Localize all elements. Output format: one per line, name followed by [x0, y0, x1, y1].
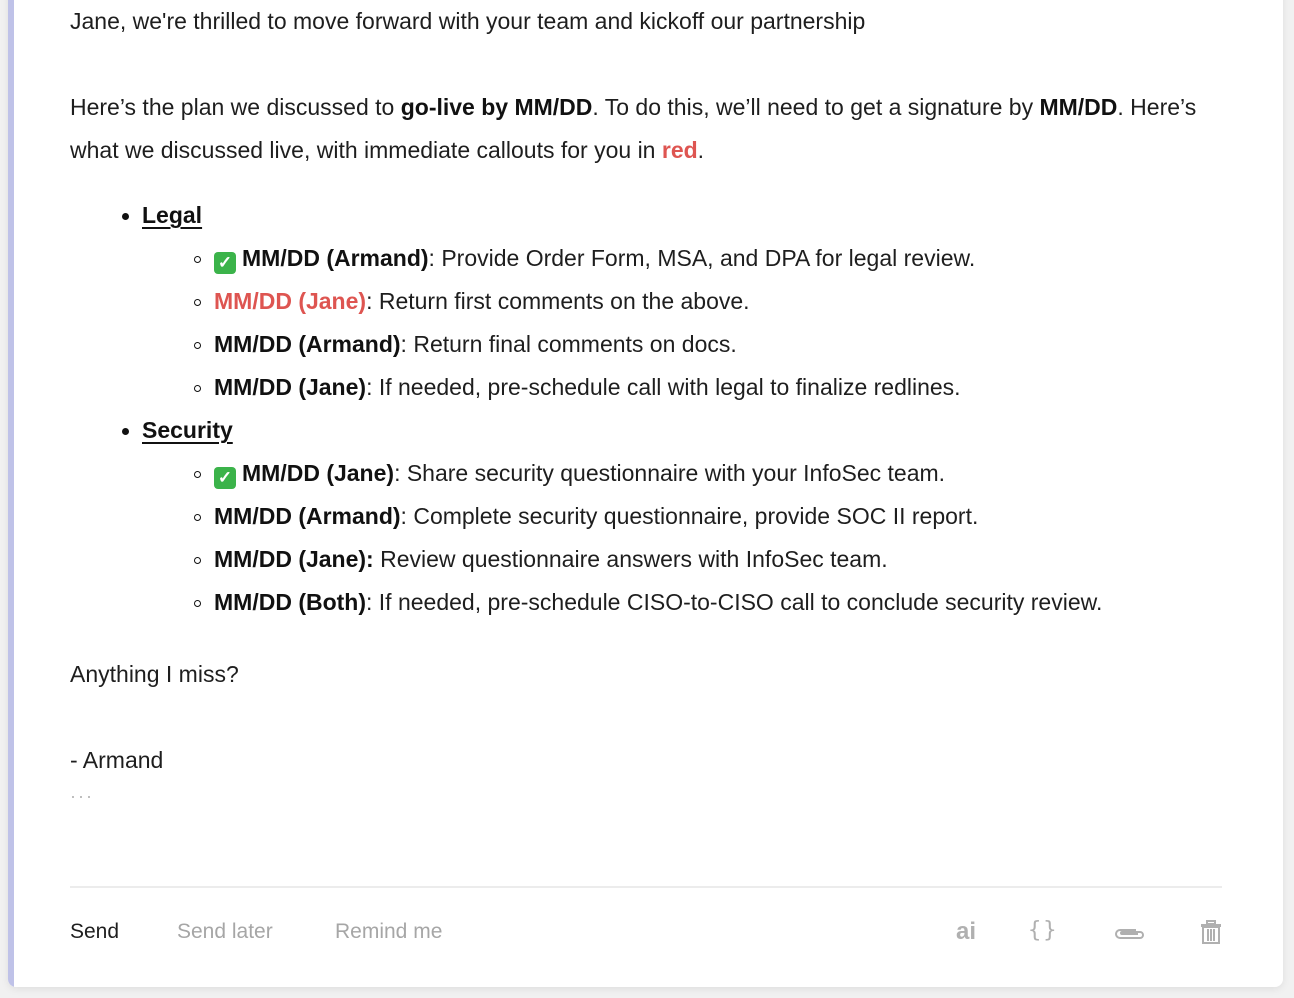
task-item: MM/DD (Both): If needed, pre-schedule CI… — [194, 581, 1230, 624]
section-title: Security — [142, 417, 233, 443]
task-owner-date: MM/DD (Jane) — [214, 374, 367, 400]
email-body-editor[interactable]: Jane, we're thrilled to move forward wit… — [70, 0, 1230, 806]
plan-signature-date: MM/DD — [1039, 94, 1118, 120]
plan-paragraph: Here’s the plan we discussed to go-live … — [70, 86, 1230, 172]
snippets-braces-icon[interactable]: {} — [1028, 918, 1059, 943]
checkmark-icon: ✓ — [214, 252, 236, 274]
task-owner-date: MM/DD (Jane): — [214, 546, 374, 572]
send-button[interactable]: Send — [70, 920, 119, 944]
plan-text: . To do this, we’ll need to get a signat… — [592, 94, 1040, 120]
plan-golive-date: go-live by MM/DD — [400, 94, 593, 120]
plan-sections: Legal ✓ MM/DD (Armand): Provide Order Form… — [70, 194, 1230, 624]
task-description: Provide Order Form, MSA, and DPA for leg… — [434, 245, 976, 271]
task-description: Return final comments on docs. — [406, 331, 737, 357]
remind-me-button[interactable]: Remind me — [335, 920, 442, 944]
ai-icon[interactable]: ai — [956, 918, 976, 946]
task-item: MM/DD (Armand): Complete security questi… — [194, 495, 1230, 538]
task-description: Share security questionnaire with your I… — [400, 460, 946, 486]
task-item: ✓ MM/DD (Armand): Provide Order Form, MSA… — [194, 237, 1230, 280]
task-item: MM/DD (Jane): If needed, pre-schedule ca… — [194, 366, 1230, 409]
compose-card: Jane, we're thrilled to move forward wit… — [8, 0, 1283, 987]
task-description: Return first comments on the above. — [372, 288, 750, 314]
compose-footer: Send Send later Remind me ai {} — [70, 918, 1230, 950]
task-description: If needed, pre-schedule call with legal … — [372, 374, 961, 400]
task-description: If needed, pre-schedule CISO-to-CISO cal… — [372, 589, 1103, 615]
task-item: MM/DD (Armand): Return final comments on… — [194, 323, 1230, 366]
section-title: Legal — [142, 202, 203, 228]
section-security: Security ✓ MM/DD (Jane): Share security qu… — [122, 409, 1230, 624]
show-trimmed-content-button[interactable]: ··· — [70, 786, 1230, 806]
task-owner-date: MM/DD (Armand) — [214, 503, 401, 529]
plan-text: Here’s the plan we discussed to — [70, 94, 401, 120]
footer-divider — [70, 886, 1222, 888]
plan-text: . — [697, 137, 705, 163]
task-list: ✓ MM/DD (Armand): Provide Order Form, MSA… — [142, 237, 1230, 409]
task-owner-date: MM/DD (Armand) — [214, 331, 401, 357]
task-description: Complete security questionnaire, provide… — [406, 503, 979, 529]
compose-accent-bar — [8, 0, 14, 987]
closing-question: Anything I miss? — [70, 661, 239, 687]
checkmark-icon: ✓ — [214, 467, 236, 489]
plan-red-word: red — [661, 137, 698, 163]
send-later-button[interactable]: Send later — [177, 920, 273, 944]
task-list: ✓ MM/DD (Jane): Share security questionna… — [142, 452, 1230, 624]
trash-icon[interactable] — [1200, 920, 1222, 950]
task-owner-date: MM/DD (Armand) — [242, 245, 429, 271]
greeting: Jane, we're thrilled to move forward wit… — [70, 8, 866, 34]
task-description: Review questionnaire answers with InfoSe… — [373, 546, 888, 572]
task-owner-date: MM/DD (Jane) — [242, 460, 395, 486]
section-legal: Legal ✓ MM/DD (Armand): Provide Order Form… — [122, 194, 1230, 409]
task-item: ✓ MM/DD (Jane): Share security questionna… — [194, 452, 1230, 495]
task-owner-date: MM/DD (Jane) — [214, 288, 367, 314]
task-owner-date: MM/DD (Both) — [214, 589, 367, 615]
task-item: MM/DD (Jane): Return first comments on t… — [194, 280, 1230, 323]
paperclip-icon[interactable] — [1112, 924, 1146, 948]
task-item: MM/DD (Jane): Review questionnaire answe… — [194, 538, 1230, 581]
signature: - Armand — [70, 747, 164, 773]
